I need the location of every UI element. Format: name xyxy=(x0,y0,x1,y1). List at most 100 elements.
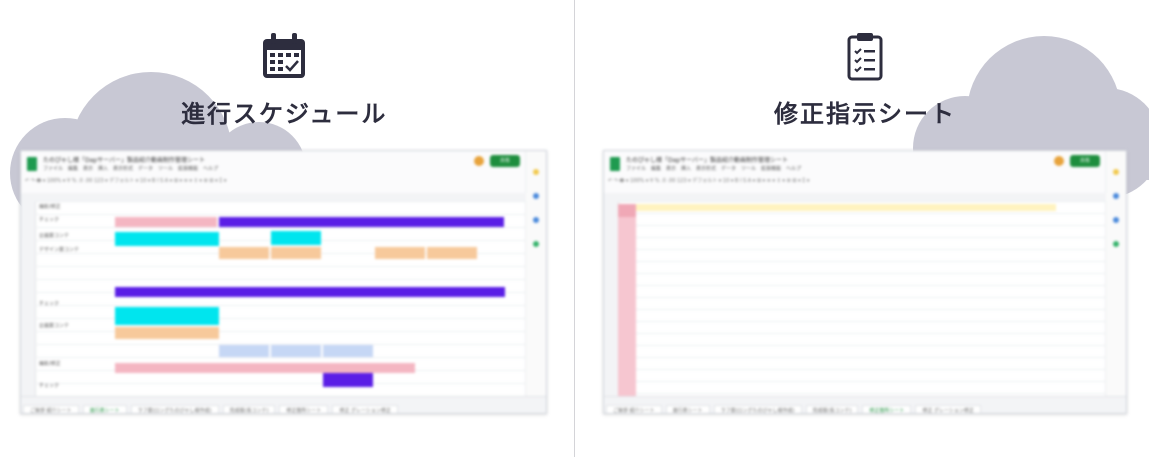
grid-line xyxy=(35,357,526,358)
side-panel xyxy=(1105,151,1126,413)
spreadsheet-title: たのぴゃし様「Dapサーバー」製品紹介動画制作管理シート xyxy=(43,157,206,164)
toolbar[interactable]: ↶ ↷ 🖶 ▾ 100% ▾ ¥ % .0 .00 123 ▾ デフォルト ▾ … xyxy=(25,177,506,185)
sheet-cell[interactable] xyxy=(115,363,415,373)
sheet-cell[interactable] xyxy=(888,239,1048,255)
menu-bar[interactable]: ファイル 編集 表示 挿入 表示形式 データ ツール 拡張機能 ヘルプ xyxy=(626,165,801,172)
avatar[interactable] xyxy=(474,156,484,166)
sheet-cell[interactable] xyxy=(888,321,1048,331)
sheet-cell[interactable] xyxy=(618,204,636,218)
sheet-cell[interactable] xyxy=(618,217,636,397)
share-button[interactable]: 共有 xyxy=(490,155,520,167)
sheet-tab[interactable]: 修正箇所シート xyxy=(279,405,329,413)
sheet-tab[interactable]: ラフ案(ロングたのびゃし様作成) xyxy=(713,405,802,413)
sheet-tab[interactable]: 進行表シート xyxy=(665,405,710,413)
sheet-cell[interactable]: デザイン案コンテ xyxy=(39,247,89,255)
grid-line xyxy=(618,225,1106,226)
sheet-cell[interactable] xyxy=(115,307,219,325)
grid-line xyxy=(618,273,1106,274)
grid-line xyxy=(618,357,1106,358)
sheet-cell[interactable] xyxy=(688,231,728,237)
sheet-cell[interactable] xyxy=(323,373,373,387)
sheet-cell[interactable]: チェック xyxy=(39,217,89,225)
grid-line xyxy=(618,285,1106,286)
grid-line xyxy=(618,261,1106,262)
row-header xyxy=(604,201,619,397)
sheet-tab[interactable]: ご挨拶 紹介シート xyxy=(23,405,79,413)
toolbar[interactable]: ↶ ↷ 🖶 ▾ 100% ▾ ¥ % .0 .00 123 ▾ デフォルト ▾ … xyxy=(608,177,1086,185)
sheet-cell[interactable]: 撮影/修正 xyxy=(39,361,89,369)
sheet-tab[interactable]: 完成版(長コンテ) xyxy=(805,405,859,413)
sheet-cell[interactable] xyxy=(427,247,477,259)
sheet-cell[interactable]: 企画案コンテ xyxy=(39,323,89,331)
sheet-cell[interactable] xyxy=(219,217,504,227)
sheet-cell[interactable] xyxy=(115,232,219,246)
sheet-tab[interactable]: ラフ案(ロングたのびゃし様作成) xyxy=(130,405,219,413)
calendar-icon xyxy=(259,30,309,82)
menu-bar[interactable]: ファイル 編集 表示 挿入 表示形式 データ ツール 拡張機能 ヘルプ xyxy=(43,165,218,172)
sheet-cell[interactable]: 撮影/修正 xyxy=(39,204,89,212)
sheet-cell[interactable] xyxy=(219,231,269,245)
schedule-title: 進行スケジュール xyxy=(181,100,388,128)
sheets-logo-icon xyxy=(27,157,37,171)
sheet-cell[interactable] xyxy=(271,247,321,259)
sheet-cell[interactable] xyxy=(219,345,269,357)
grid-line xyxy=(35,201,526,202)
sheet-cell[interactable] xyxy=(115,327,219,339)
grid-line xyxy=(618,297,1106,298)
grid-line xyxy=(618,201,1106,202)
grid-line xyxy=(618,213,1106,214)
sheet-cell[interactable] xyxy=(115,217,167,227)
grid-line xyxy=(618,393,1106,394)
clipboard-checklist-icon xyxy=(840,30,890,82)
sheet-cell[interactable] xyxy=(271,345,321,357)
sheet-cell[interactable]: チェック xyxy=(39,301,89,309)
sheet-tabs: ご挨拶 紹介シート 進行表シート ラフ案(ロングたのびゃし様作成) 完成版(長コンテ)… xyxy=(604,396,1126,413)
sheet-cell[interactable] xyxy=(271,231,321,245)
sheet-tab[interactable]: 修正 グレーション修正 xyxy=(915,405,981,413)
grid-line xyxy=(35,266,526,267)
revision-grid[interactable] xyxy=(618,201,1106,397)
sheet-cell[interactable] xyxy=(167,217,217,227)
spreadsheet-header: たのぴゃし様「Dapサーバー」製品紹介動画制作管理シート ファイル 編集 表示 … xyxy=(604,151,1126,194)
revision-panel: 修正指示シート たのぴゃし様「Dapサーバー」製品紹介動画制作管理シート ファイ… xyxy=(575,0,1149,457)
schedule-spreadsheet: たのぴゃし様「Dapサーバー」製品紹介動画制作管理シート ファイル 編集 表示 … xyxy=(20,150,547,414)
avatar[interactable] xyxy=(1054,156,1064,166)
grid-line xyxy=(618,237,1106,238)
share-button[interactable]: 共有 xyxy=(1070,155,1100,167)
sheet-tab[interactable]: 完成版(長コンテ) xyxy=(222,405,276,413)
sheet-tabs: ご挨拶 紹介シート 進行表シート ラフ案(ロングたのびゃし様作成) 完成版(長コンテ)… xyxy=(21,396,546,413)
grid-line xyxy=(618,381,1106,382)
grid-line xyxy=(618,369,1106,370)
side-panel xyxy=(525,151,546,413)
sheet-cell[interactable] xyxy=(219,247,269,259)
row-header xyxy=(21,201,36,397)
grid-line xyxy=(35,383,526,384)
sheet-cell[interactable] xyxy=(323,345,373,357)
grid-line xyxy=(618,345,1106,346)
sheet-tab[interactable]: 修正箇所シート xyxy=(862,405,912,413)
grid-line xyxy=(35,331,526,332)
sheets-logo-icon xyxy=(610,157,620,171)
grid-line xyxy=(35,318,526,319)
schedule-panel: 進行スケジュール たのぴゃし様「Dapサーバー」製品紹介動画制作管理シート ファ… xyxy=(0,0,574,457)
spreadsheet-header: たのぴゃし様「Dapサーバー」製品紹介動画制作管理シート ファイル 編集 表示 … xyxy=(21,151,546,194)
grid-line xyxy=(35,305,526,306)
grid-line xyxy=(618,333,1106,334)
sheet-cell[interactable] xyxy=(375,247,425,259)
sheet-tab[interactable]: ご挨拶 紹介シート xyxy=(606,405,662,413)
schedule-grid[interactable]: 撮影/修正 チェック 企画案コンテ デザイン案コンテ チェック 企画案コンテ 撮影/修正 チェ… xyxy=(35,201,526,397)
sheet-cell[interactable] xyxy=(115,287,505,297)
sheet-cell[interactable] xyxy=(888,349,1048,357)
revision-spreadsheet: たのぴゃし様「Dapサーバー」製品紹介動画制作管理シート ファイル 編集 表示 … xyxy=(603,150,1127,414)
sheet-cell[interactable]: 企画案コンテ xyxy=(39,233,89,241)
grid-line xyxy=(618,309,1106,310)
grid-line xyxy=(35,227,526,228)
grid-line xyxy=(35,279,526,280)
sheet-tab[interactable]: 修正 グレーション修正 xyxy=(332,405,398,413)
spreadsheet-title: たのぴゃし様「Dapサーバー」製品紹介動画制作管理シート xyxy=(626,157,789,164)
grid-line xyxy=(35,214,526,215)
sheet-cell[interactable] xyxy=(636,204,1056,211)
sheet-tab[interactable]: 進行表シート xyxy=(82,405,127,413)
sheet-cell[interactable]: チェック xyxy=(39,383,89,391)
revision-title: 修正指示シート xyxy=(774,100,956,128)
